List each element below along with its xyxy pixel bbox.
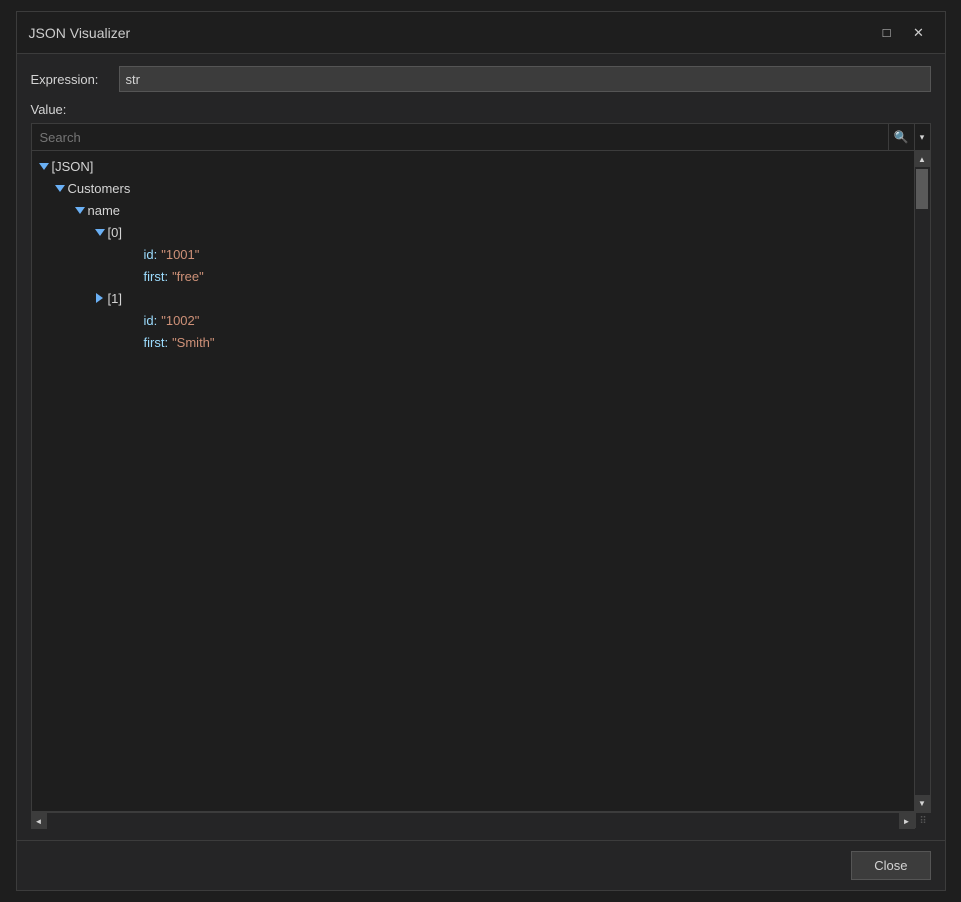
scroll-left-icon: ◄: [35, 817, 43, 826]
dialog-title: JSON Visualizer: [29, 25, 131, 41]
maximize-button[interactable]: □: [873, 22, 901, 44]
expand-item0-icon[interactable]: [92, 224, 108, 240]
vertical-scrollbar: ▲ ▼: [914, 151, 930, 811]
scroll-up-button[interactable]: ▲: [914, 151, 930, 167]
tree-node-json-root[interactable]: [JSON]: [32, 155, 914, 177]
scroll-up-icon: ▲: [918, 155, 926, 164]
search-input[interactable]: [32, 126, 888, 149]
json-visualizer-dialog: JSON Visualizer □ ✕ Expression: Value: 🔍: [16, 11, 946, 891]
customers-label: Customers: [68, 181, 131, 196]
corner-block: ⠿: [915, 813, 931, 828]
scroll-left-button[interactable]: ◄: [31, 813, 47, 829]
value-label: Value:: [31, 102, 931, 117]
dialog-content: Expression: Value: 🔍 ▾ [JSON: [17, 54, 945, 840]
tree-node-item0-id: id: "1001": [32, 243, 914, 265]
expression-label: Expression:: [31, 72, 111, 87]
title-buttons: □ ✕: [873, 22, 933, 44]
item0-id-val: "1001": [161, 247, 199, 262]
chevron-down-icon: ▾: [920, 132, 925, 143]
scroll-thumb-y[interactable]: [916, 169, 928, 209]
name-label: name: [88, 203, 121, 218]
scroll-right-icon: ►: [903, 817, 911, 826]
tree-node-item0[interactable]: [0]: [32, 221, 914, 243]
expand-item1-icon[interactable]: [92, 290, 108, 306]
title-bar: JSON Visualizer □ ✕: [17, 12, 945, 54]
footer: Close: [17, 840, 945, 890]
item1-first-val: "Smith": [172, 335, 214, 350]
expression-input[interactable]: [119, 66, 931, 92]
search-row: 🔍 ▾: [31, 123, 931, 151]
tree-node-customers[interactable]: Customers: [32, 177, 914, 199]
scroll-down-button[interactable]: ▼: [914, 795, 930, 811]
search-icon: 🔍: [894, 130, 909, 144]
search-dropdown-button[interactable]: ▾: [914, 124, 930, 150]
item1-id-val: "1002": [161, 313, 199, 328]
item0-first-key: first:: [144, 269, 169, 284]
tree-node-item1-first: first: "Smith": [32, 331, 914, 353]
scroll-right-button[interactable]: ►: [899, 813, 915, 829]
item1-id-key: id:: [144, 313, 158, 328]
expression-row: Expression:: [31, 66, 931, 92]
maximize-icon: □: [883, 25, 891, 40]
tree-node-item1-id: id: "1002": [32, 309, 914, 331]
horizontal-scrollbar-row: ◄ ► ⠿: [31, 812, 931, 828]
json-root-label: [JSON]: [52, 159, 94, 174]
expand-customers-icon[interactable]: [52, 180, 68, 196]
tree-scroll-area[interactable]: [JSON] Customers name: [32, 151, 914, 811]
item1-first-key: first:: [144, 335, 169, 350]
close-window-button[interactable]: ✕: [905, 22, 933, 44]
item1-label: [1]: [108, 291, 122, 306]
item0-first-val: "free": [172, 269, 204, 284]
expand-json-icon[interactable]: [36, 158, 52, 174]
scroll-down-icon: ▼: [918, 799, 926, 808]
expand-name-icon[interactable]: [72, 202, 88, 218]
close-button[interactable]: Close: [851, 851, 930, 880]
tree-container: [JSON] Customers name: [31, 151, 931, 812]
tree-node-item1[interactable]: [1]: [32, 287, 914, 309]
tree-node-name[interactable]: name: [32, 199, 914, 221]
item0-label: [0]: [108, 225, 122, 240]
scroll-track-y[interactable]: [914, 167, 930, 795]
scrollbar-x[interactable]: [47, 813, 899, 828]
item0-id-key: id:: [144, 247, 158, 262]
close-window-icon: ✕: [913, 25, 924, 41]
search-button[interactable]: 🔍: [888, 124, 914, 150]
tree-node-item0-first: first: "free": [32, 265, 914, 287]
